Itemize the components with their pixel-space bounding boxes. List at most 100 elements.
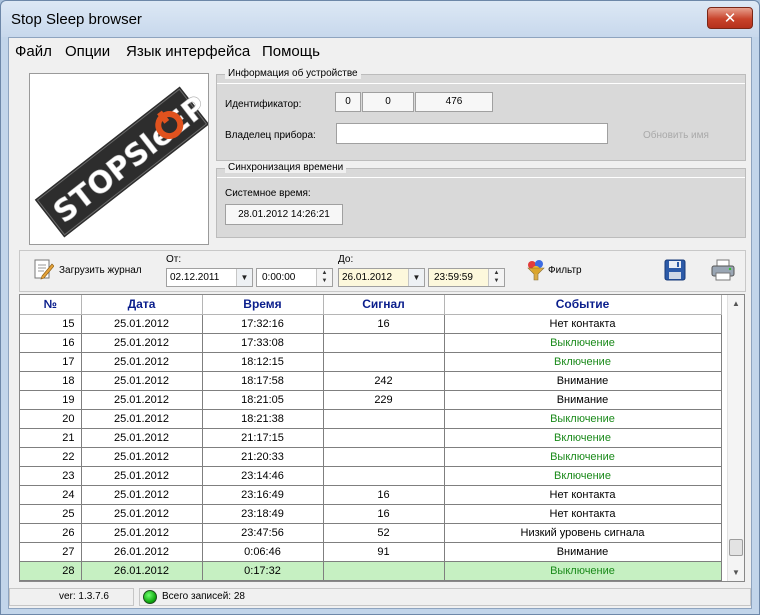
identifier-field-1: 0 [335, 92, 361, 112]
cell-number: 15 [20, 314, 82, 334]
chevron-down-icon[interactable]: ▼ [408, 269, 424, 286]
cell-time: 0:06:46 [202, 542, 324, 562]
window-title: Stop Sleep browser [11, 11, 142, 28]
cell-date: 25.01.2012 [81, 523, 203, 543]
cell-time: 18:21:05 [202, 390, 324, 410]
menu-help[interactable]: Помощь [262, 43, 320, 60]
cell-event: Включение [444, 466, 722, 486]
from-time-spinner[interactable]: 0:00:00 ▲ ▼ [256, 268, 333, 287]
cell-number: 27 [20, 542, 82, 562]
table-row[interactable]: 20 25.01.2012 18:21:38 Выключение [20, 409, 722, 429]
identifier-field-2: 0 [362, 92, 414, 112]
events-grid[interactable]: № Дата Время Сигнал Событие 15 25.01.2012… [19, 294, 745, 582]
cell-number: 24 [20, 485, 82, 505]
status-led-icon [143, 590, 157, 604]
cell-event: Выключение [444, 409, 722, 429]
menu-file[interactable]: Файл [15, 43, 52, 60]
cell-event: Включение [444, 428, 722, 448]
cell-signal [323, 333, 445, 353]
system-time-label: Системное время: [225, 188, 311, 199]
vertical-scrollbar[interactable]: ▲ ▼ [727, 295, 744, 581]
column-header-number[interactable]: № [20, 295, 82, 315]
table-row[interactable]: 24 25.01.2012 23:16:49 16 Нет контакта [20, 485, 722, 505]
cell-signal: 91 [323, 542, 445, 562]
cell-event: Нет контакта [444, 314, 722, 334]
table-row[interactable]: 26 25.01.2012 23:47:56 52 Низкий уровень сиг… [20, 523, 722, 543]
identifier-label: Идентификатор: [225, 99, 302, 110]
cell-time: 21:17:15 [202, 428, 324, 448]
scroll-thumb[interactable] [729, 539, 743, 556]
cell-number: 23 [20, 466, 82, 486]
spinner-arrows-icon[interactable]: ▲ ▼ [316, 269, 332, 286]
cell-date: 25.01.2012 [81, 352, 203, 372]
scroll-down-icon[interactable]: ▼ [728, 564, 744, 581]
cell-number: 26 [20, 523, 82, 543]
spinner-arrows-icon[interactable]: ▲ ▼ [488, 269, 504, 286]
cell-number: 18 [20, 371, 82, 391]
column-header-date[interactable]: Дата [81, 295, 203, 315]
from-date-value: 02.12.2011 [170, 272, 220, 283]
load-log-icon[interactable] [34, 258, 55, 280]
cell-signal [323, 428, 445, 448]
cell-signal [323, 561, 445, 581]
column-header-time[interactable]: Время [202, 295, 324, 315]
title-bar[interactable]: Stop Sleep browser ✕ [1, 1, 759, 37]
filter-icon[interactable] [526, 259, 546, 281]
from-date-picker[interactable]: 02.12.2011 ▼ [166, 268, 253, 287]
scroll-up-icon[interactable]: ▲ [728, 295, 744, 312]
to-date-picker[interactable]: 26.01.2012 ▼ [338, 268, 425, 287]
cell-time: 18:17:58 [202, 371, 324, 391]
table-row[interactable]: 18 25.01.2012 18:17:58 242 Внимание [20, 371, 722, 391]
cell-event: Нет контакта [444, 504, 722, 524]
rename-button[interactable]: Обновить имя [643, 130, 709, 141]
table-row[interactable]: 15 25.01.2012 17:32:16 16 Нет контакта [20, 314, 722, 334]
app-window: Stop Sleep browser ✕ Файл Опции Язык инт… [0, 0, 760, 615]
column-header-signal[interactable]: Сигнал [323, 295, 445, 315]
cell-number: 20 [20, 409, 82, 429]
cell-date: 25.01.2012 [81, 466, 203, 486]
cell-time: 23:16:49 [202, 485, 324, 505]
owner-label: Владелец прибора: [225, 130, 316, 141]
cell-signal: 16 [323, 485, 445, 505]
table-row[interactable]: 23 25.01.2012 23:14:46 Включение [20, 466, 722, 486]
chevron-down-icon[interactable]: ▼ [236, 269, 252, 286]
cell-date: 26.01.2012 [81, 542, 203, 562]
cell-event: Внимание [444, 371, 722, 391]
cell-event: Внимание [444, 390, 722, 410]
cell-date: 26.01.2012 [81, 561, 203, 581]
menu-options[interactable]: Опции [65, 43, 110, 60]
cell-signal: 16 [323, 314, 445, 334]
table-row[interactable]: 16 25.01.2012 17:33:08 Выключение [20, 333, 722, 353]
cell-number: 21 [20, 428, 82, 448]
cell-signal [323, 409, 445, 429]
owner-input[interactable] [336, 123, 608, 144]
cell-time: 23:14:46 [202, 466, 324, 486]
to-time-spinner[interactable]: 23:59:59 ▲ ▼ [428, 268, 505, 287]
menu-language[interactable]: Язык интерфейса [126, 43, 250, 60]
to-label: До: [338, 254, 354, 265]
cell-number: 25 [20, 504, 82, 524]
table-row[interactable]: 25 25.01.2012 23:18:49 16 Нет контакта [20, 504, 722, 524]
cell-date: 25.01.2012 [81, 485, 203, 505]
table-row[interactable]: 17 25.01.2012 18:12:15 Включение [20, 352, 722, 372]
cell-date: 25.01.2012 [81, 371, 203, 391]
table-row[interactable]: 28 26.01.2012 0:17:32 Выключение [20, 561, 722, 581]
cell-signal [323, 352, 445, 372]
table-row[interactable]: 27 26.01.2012 0:06:46 91 Внимание [20, 542, 722, 562]
cell-number: 19 [20, 390, 82, 410]
cell-number: 28 [20, 561, 82, 581]
records-count-cell: Всего записей: 28 [139, 588, 751, 606]
cell-event: Внимание [444, 542, 722, 562]
load-log-button[interactable]: Загрузить журнал [59, 265, 142, 276]
filter-button[interactable]: Фильтр [548, 265, 582, 276]
table-row[interactable]: 19 25.01.2012 18:21:05 229 Внимание [20, 390, 722, 410]
close-button[interactable]: ✕ [707, 7, 753, 29]
cell-signal [323, 447, 445, 467]
column-header-event[interactable]: Событие [444, 295, 722, 315]
table-row[interactable]: 22 25.01.2012 21:20:33 Выключение [20, 447, 722, 467]
save-icon[interactable] [664, 259, 686, 281]
print-icon[interactable] [710, 259, 736, 281]
cell-event: Выключение [444, 561, 722, 581]
table-row[interactable]: 21 25.01.2012 21:17:15 Включение [20, 428, 722, 448]
from-time-value: 0:00:00 [262, 272, 296, 283]
